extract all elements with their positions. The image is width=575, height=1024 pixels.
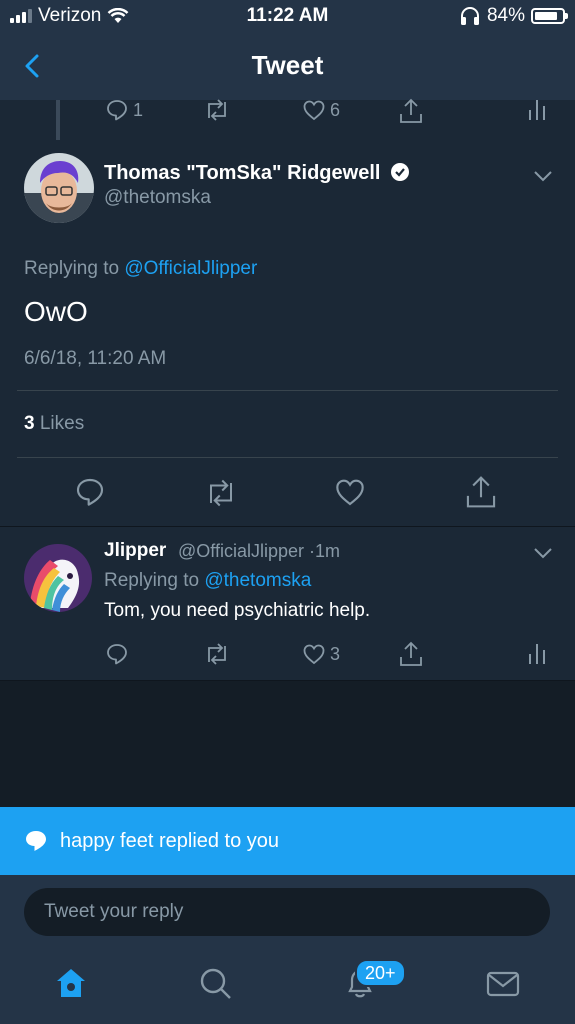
replying-prefix: Replying to xyxy=(24,258,120,279)
parent-reply-count: 1 xyxy=(133,99,144,120)
headphones-icon xyxy=(460,7,479,25)
share-icon xyxy=(400,641,422,666)
replying-to-line: Replying to @OfficialJlipper xyxy=(24,258,257,280)
notifications-badge: 20+ xyxy=(355,959,406,987)
reply-text: Tom, you need psychiatric help. xyxy=(104,600,371,621)
reply-icon[interactable] xyxy=(74,476,106,508)
retweet-icon[interactable] xyxy=(203,478,239,508)
toast-text: happy feet replied to you xyxy=(60,829,280,852)
chevron-down-icon[interactable] xyxy=(532,546,554,560)
divider xyxy=(17,390,558,391)
tomska-avatar[interactable] xyxy=(24,153,94,223)
reply-meta: @OfficialJlipper ·1m xyxy=(178,541,340,562)
status-right: 84% xyxy=(459,5,568,27)
author-handle[interactable]: @thetomska xyxy=(104,187,211,209)
top-bar: Verizon 11:22 AM 84% Tweet xyxy=(0,0,575,100)
reply-author-name[interactable]: Jlipper xyxy=(104,540,166,562)
reply-reply-button[interactable] xyxy=(105,642,129,666)
reply-analytics-button[interactable] xyxy=(527,642,547,666)
replying-to-link[interactable]: @OfficialJlipper xyxy=(124,258,257,279)
reply-age: 1m xyxy=(315,541,341,561)
reply-like-button[interactable]: 3 xyxy=(302,642,340,666)
like-icon xyxy=(303,100,325,121)
reply-share-button[interactable] xyxy=(399,641,423,667)
parent-like-count: 6 xyxy=(330,99,341,120)
parent-analytics-button[interactable] xyxy=(527,98,547,122)
likes-stat[interactable]: 3 Likes xyxy=(24,413,84,435)
parent-reply-button[interactable]: 1 xyxy=(105,98,143,122)
share-icon xyxy=(400,98,422,123)
parent-share-button[interactable] xyxy=(399,98,423,124)
divider xyxy=(17,457,558,458)
jlipper-avatar[interactable] xyxy=(24,544,92,612)
share-icon[interactable] xyxy=(465,475,497,509)
page-title: Tweet xyxy=(251,50,324,80)
reply-replying-prefix: Replying to xyxy=(104,570,200,591)
retweet-icon xyxy=(208,99,226,121)
chevron-down-icon[interactable] xyxy=(532,169,554,183)
speech-bubble-icon xyxy=(26,831,46,851)
search-icon[interactable] xyxy=(197,965,233,1001)
like-icon xyxy=(303,644,325,665)
avatar-image xyxy=(24,153,94,223)
author-name-text: Thomas "TomSka" Ridgewell xyxy=(104,162,381,184)
likes-count: 3 xyxy=(24,413,35,434)
reply-retweet-button[interactable] xyxy=(203,642,231,666)
tweet-timestamp: 6/6/18, 11:20 AM xyxy=(24,348,167,369)
home-icon[interactable] xyxy=(53,965,89,1001)
like-icon[interactable] xyxy=(334,476,366,508)
status-bar: Verizon 11:22 AM 84% xyxy=(0,0,575,34)
parent-retweet-button[interactable] xyxy=(203,98,231,122)
reply-input[interactable] xyxy=(24,888,550,936)
likes-label: Likes xyxy=(39,413,85,434)
reply-replying-to-line: Replying to @thetomska xyxy=(104,570,311,592)
reply-author-handle[interactable]: @OfficialJlipper xyxy=(178,541,304,561)
parent-tweet xyxy=(0,100,575,140)
bottom-area xyxy=(0,875,575,1024)
parent-like-button[interactable]: 6 xyxy=(302,98,340,122)
reply-icon xyxy=(107,644,127,665)
battery-icon xyxy=(531,8,568,24)
retweet-icon xyxy=(208,643,226,665)
reply-like-count: 3 xyxy=(330,643,341,664)
reply-icon xyxy=(107,100,127,121)
divider xyxy=(0,680,575,681)
analytics-icon xyxy=(529,644,545,664)
nav-bar: Tweet xyxy=(0,40,575,92)
verified-badge-icon xyxy=(391,163,409,181)
author-name[interactable]: Thomas "TomSka" Ridgewell xyxy=(104,162,410,185)
reply-replying-to-link[interactable]: @thetomska xyxy=(204,570,311,591)
notification-toast[interactable]: happy feet replied to you xyxy=(0,807,575,875)
tweet-text: OwO xyxy=(24,296,88,327)
analytics-icon xyxy=(529,100,545,120)
mail-icon[interactable] xyxy=(485,965,521,1001)
battery-label: 84% xyxy=(486,5,525,26)
avatar-image xyxy=(24,544,92,612)
